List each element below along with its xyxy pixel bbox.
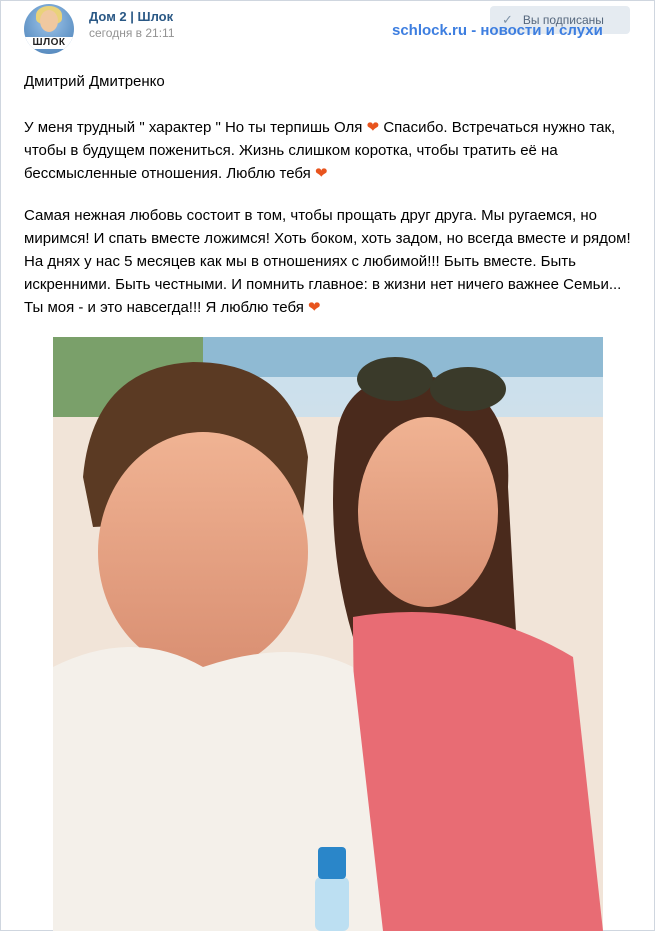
- selfie-illustration: [53, 337, 603, 931]
- heart-icon: ❤: [308, 299, 321, 316]
- group-avatar[interactable]: ШЛОК: [24, 4, 74, 54]
- heart-icon: ❤: [366, 119, 380, 136]
- post-header: ШЛОК Дом 2 | Шлок сегодня в 21:11 ✓ Вы п…: [0, 0, 655, 60]
- avatar-face: [40, 10, 58, 32]
- p1-text-a: У меня трудный " характер " Но ты терпиш…: [24, 119, 367, 136]
- post-timestamp[interactable]: сегодня в 21:11: [89, 26, 175, 40]
- group-name-link[interactable]: Дом 2 | Шлок: [89, 9, 173, 24]
- post-paragraph-1: У меня трудный " характер " Но ты терпиш…: [24, 116, 634, 185]
- p2-text: Самая нежная любовь состоит в том, чтобы…: [24, 207, 631, 316]
- site-watermark: schlock.ru - новости и слухи: [392, 22, 603, 39]
- avatar-banner: ШЛОК: [24, 37, 74, 49]
- post-paragraph-2: Самая нежная любовь состоит в том, чтобы…: [24, 204, 634, 319]
- post-author: Дмитрий Дмитренко: [24, 73, 165, 90]
- post-photo[interactable]: [53, 337, 603, 931]
- heart-icon: ❤: [314, 165, 328, 182]
